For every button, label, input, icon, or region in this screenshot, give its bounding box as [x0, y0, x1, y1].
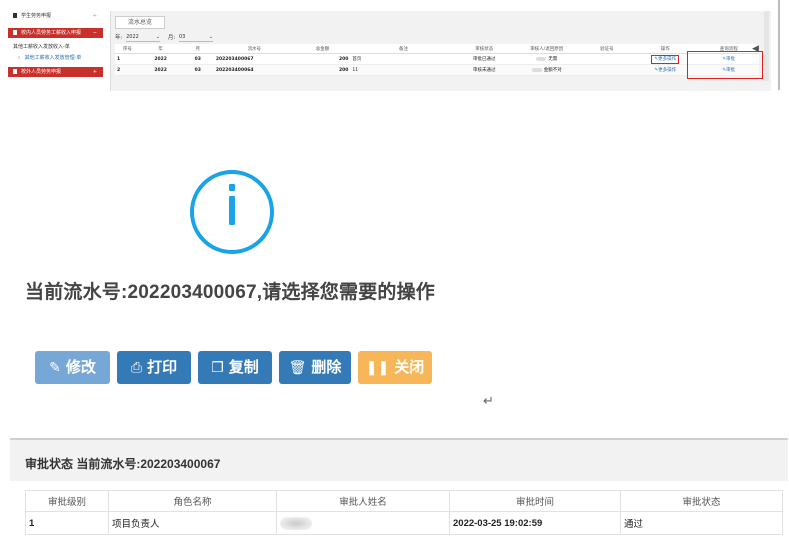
col-header: 审核状态 [456, 44, 512, 54]
info-icon-bar [229, 196, 235, 225]
doc-icon [13, 13, 17, 18]
approval-table: 审批级别 角色名称 审批人姓名 审批时间 审批状态 1 项目负责人 2022-0… [25, 490, 783, 535]
edit-button[interactable]: ✎ 修改 [35, 351, 110, 384]
expand-icon: + [92, 13, 97, 19]
scroll-arrow-icon[interactable]: ◀ [752, 44, 759, 54]
table-row[interactable]: 1 2022 03 202203400067 200 首页 审批已通过 无需 ✎… [115, 53, 759, 65]
chevron-down-icon: ⌄ [155, 33, 161, 40]
dialog-message: 当前流水号:202203400067,请选择您需要的操作 [25, 282, 436, 303]
col-header: 流水号 [213, 44, 295, 54]
edit-icon: ✎ [49, 359, 61, 375]
more-actions-link[interactable]: ✎更多操作 [651, 55, 680, 64]
print-button[interactable]: ⎙ 打印 [117, 351, 191, 384]
col-header: 角色名称 [108, 490, 277, 512]
table-row[interactable]: 2 2022 03 202203400064 200 11 审核未通过 金额不对… [115, 64, 759, 76]
trash-icon: 🗑 [288, 359, 307, 375]
col-header: 年 [139, 44, 182, 54]
window-edge [778, 0, 780, 90]
month-select[interactable]: 03 ⌄ [178, 33, 213, 42]
info-icon-dot [229, 184, 235, 191]
delete-button[interactable]: 🗑 删除 [279, 351, 351, 384]
sidebar-subitem-other-income-manage[interactable]: 其他工薪收入发放管理-单 [8, 53, 103, 63]
expand-icon: + [92, 69, 97, 75]
copy-button[interactable]: ❐ 复制 [198, 351, 272, 384]
main-content: 流水总览 年: 2022 ⌄ 月: 03 ⌄ 序号 年 月 流水号 总金额 备注 审… [110, 11, 771, 91]
approval-panel-title: 审批状态 当前流水号:202203400067 [25, 457, 221, 471]
close-button[interactable]: ❚❚ 关闭 [358, 351, 432, 384]
sidebar-item-staff-labor[interactable]: 校内人员劳务工薪收入申报 − [8, 28, 103, 38]
sidebar-item-external-labor[interactable]: 校外人员劳务申报 + [8, 67, 103, 77]
blurred-name [531, 67, 542, 72]
col-header: 序号 [115, 44, 140, 54]
col-header: 月 [181, 44, 214, 54]
doc-icon [13, 30, 17, 35]
background-page: 学生劳务申报 + 校内人员劳务工薪收入申报 − 其他工薪收入发放收入-单 其他工… [0, 0, 789, 91]
more-actions-link[interactable]: ✎更多操作 [654, 68, 676, 73]
collapse-icon: − [92, 30, 97, 36]
pause-icon: ❚❚ [365, 359, 390, 375]
blurred-name [280, 516, 312, 530]
enter-mark-icon: ↵ [483, 394, 494, 409]
filter-bar: 年: 2022 ⌄ 月: 03 ⌄ [115, 33, 213, 42]
col-header: 审批时间 [449, 490, 621, 512]
sidebar-subitem-other-income-issue[interactable]: 其他工薪收入发放收入-单 [8, 42, 103, 52]
doc-icon [13, 69, 17, 74]
sidebar: 学生劳务申报 + 校内人员劳务工薪收入申报 − 其他工薪收入发放收入-单 其他工… [8, 11, 103, 81]
copy-icon: ❐ [211, 359, 224, 375]
chevron-down-icon: ⌄ [208, 33, 213, 40]
scrollbar[interactable] [764, 11, 769, 81]
tab-flow-overview[interactable]: 流水总览 [115, 16, 165, 29]
print-icon: ⎙ [130, 359, 143, 375]
col-header: 总金额 [294, 44, 351, 54]
col-header: 审批人姓名 [276, 490, 450, 512]
sidebar-item-student-labor[interactable]: 学生劳务申报 + [8, 11, 103, 21]
highlight-box [687, 51, 763, 79]
year-select[interactable]: 2022 ⌄ [126, 33, 161, 42]
col-header: 审批状态 [620, 490, 783, 512]
col-header: 验证号 [581, 44, 633, 54]
col-header: 审批级别 [25, 490, 109, 512]
col-header: 备注 [350, 44, 457, 54]
blurred-name [536, 56, 547, 61]
col-header: 审核人/退回原因 [511, 44, 582, 54]
table-row: 1 项目负责人 2022-03-25 19:02:59 通过 [25, 511, 783, 535]
flow-table: 序号 年 月 流水号 总金额 备注 审核状态 审核人/退回原因 验证号 操作 查… [115, 44, 759, 76]
